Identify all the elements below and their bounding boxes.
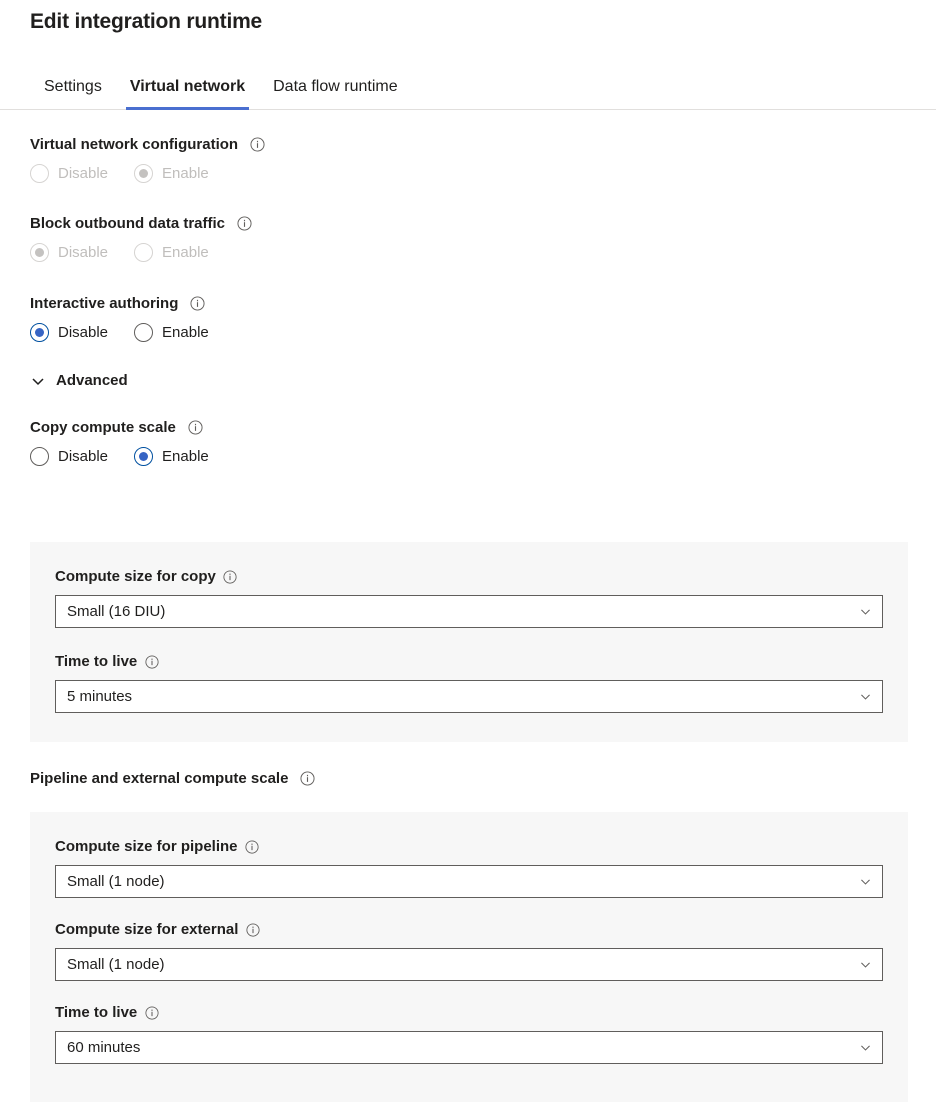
info-icon[interactable] — [190, 296, 205, 311]
radio-label: Disable — [58, 244, 108, 261]
chevron-down-icon — [858, 958, 872, 972]
radio-mark — [30, 243, 49, 262]
tab-label: Data flow runtime — [273, 78, 398, 95]
radio-label: Enable — [162, 324, 209, 341]
field-title: Compute size for external — [55, 921, 238, 938]
info-icon[interactable] — [223, 569, 238, 584]
section-title: Block outbound data traffic — [30, 215, 225, 232]
radio-vnet-config-disable: Disable — [30, 164, 108, 183]
tab-label: Virtual network — [130, 78, 245, 95]
tab-label: Settings — [44, 78, 102, 95]
radio-mark — [30, 447, 49, 466]
field-title: Time to live — [55, 1004, 137, 1021]
copy-time-to-live-select[interactable]: 5 minutes — [55, 680, 883, 713]
pipeline-compute-settings-panel: Compute size for pipeline Small (1 node)… — [30, 812, 908, 1102]
radio-vnet-config-enable: Enable — [134, 164, 209, 183]
select-value: 5 minutes — [67, 689, 132, 704]
chevron-down-icon — [858, 690, 872, 704]
section-title: Interactive authoring — [30, 295, 178, 312]
copy-compute-scale-radios: Disable Enable — [0, 447, 936, 466]
copy-time-to-live-label: Time to live — [55, 653, 908, 670]
compute-size-for-copy-label: Compute size for copy — [55, 568, 908, 585]
radio-label: Disable — [58, 324, 108, 341]
chevron-down-icon — [858, 605, 872, 619]
select-value: Small (1 node) — [67, 874, 165, 889]
radio-block-outbound-disable: Disable — [30, 243, 108, 262]
section-title: Pipeline and external compute scale — [30, 770, 288, 787]
radio-mark — [134, 164, 153, 183]
field-title: Compute size for copy — [55, 568, 216, 585]
interactive-authoring-radios: Disable Enable — [0, 323, 936, 342]
compute-size-for-external-select[interactable]: Small (1 node) — [55, 948, 883, 981]
virtual-network-configuration-label: Virtual network configuration — [0, 136, 936, 153]
tab-settings[interactable]: Settings — [30, 72, 116, 110]
pipeline-time-to-live-select[interactable]: 60 minutes — [55, 1031, 883, 1064]
radio-copy-compute-scale-enable[interactable]: Enable — [134, 447, 209, 466]
compute-size-for-copy-select[interactable]: Small (16 DIU) — [55, 595, 883, 628]
advanced-toggle[interactable]: Advanced — [0, 372, 936, 389]
page-title: Edit integration runtime — [30, 10, 262, 34]
radio-mark — [134, 323, 153, 342]
tab-data-flow-runtime[interactable]: Data flow runtime — [259, 72, 412, 110]
radio-mark — [30, 164, 49, 183]
radio-mark — [30, 323, 49, 342]
radio-mark — [134, 243, 153, 262]
info-icon[interactable] — [300, 771, 315, 786]
copy-compute-scale-label: Copy compute scale — [0, 419, 936, 436]
pipeline-time-to-live-label: Time to live — [55, 1004, 908, 1021]
info-icon[interactable] — [188, 420, 203, 435]
tab-bar: Settings Virtual network Data flow runti… — [0, 72, 936, 110]
radio-label: Enable — [162, 448, 209, 465]
chevron-down-icon — [858, 875, 872, 889]
info-icon[interactable] — [237, 216, 252, 231]
info-icon[interactable] — [144, 1005, 159, 1020]
radio-label: Disable — [58, 165, 108, 182]
radio-interactive-authoring-disable[interactable]: Disable — [30, 323, 108, 342]
block-outbound-data-traffic-label: Block outbound data traffic — [0, 215, 936, 232]
radio-label: Enable — [162, 244, 209, 261]
tab-virtual-network[interactable]: Virtual network — [116, 72, 259, 110]
info-icon[interactable] — [245, 839, 260, 854]
field-title: Compute size for pipeline — [55, 838, 238, 855]
block-outbound-data-traffic-radios: Disable Enable — [0, 243, 936, 262]
radio-label: Enable — [162, 165, 209, 182]
info-icon[interactable] — [245, 922, 260, 937]
advanced-label: Advanced — [56, 372, 128, 389]
radio-label: Disable — [58, 448, 108, 465]
info-icon[interactable] — [250, 137, 265, 152]
radio-mark — [134, 447, 153, 466]
pipeline-and-external-compute-scale-label: Pipeline and external compute scale — [0, 770, 315, 787]
field-title: Time to live — [55, 653, 137, 670]
radio-block-outbound-enable: Enable — [134, 243, 209, 262]
copy-compute-settings-panel: Compute size for copy Small (16 DIU) Tim… — [30, 542, 908, 742]
compute-size-for-pipeline-label: Compute size for pipeline — [55, 838, 908, 855]
virtual-network-configuration-radios: Disable Enable — [0, 164, 936, 183]
select-value: 60 minutes — [67, 1040, 140, 1055]
chevron-down-icon — [30, 373, 46, 389]
select-value: Small (16 DIU) — [67, 604, 165, 619]
chevron-down-icon — [858, 1041, 872, 1055]
compute-size-for-external-label: Compute size for external — [55, 921, 908, 938]
info-icon[interactable] — [144, 654, 159, 669]
compute-size-for-pipeline-select[interactable]: Small (1 node) — [55, 865, 883, 898]
section-title: Virtual network configuration — [30, 136, 238, 153]
section-title: Copy compute scale — [30, 419, 176, 436]
virtual-network-panel: Virtual network configuration Disable En… — [0, 110, 936, 466]
radio-copy-compute-scale-disable[interactable]: Disable — [30, 447, 108, 466]
select-value: Small (1 node) — [67, 957, 165, 972]
radio-interactive-authoring-enable[interactable]: Enable — [134, 323, 209, 342]
interactive-authoring-label: Interactive authoring — [0, 295, 936, 312]
